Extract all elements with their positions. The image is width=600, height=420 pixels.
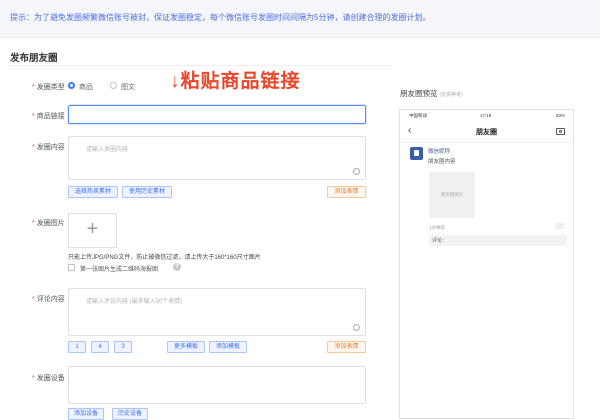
image-upload-hint: 只能上传JPG/PNG文件，防止被微信过滤，请上传大于160*160尺寸图片 — [68, 255, 261, 261]
comment-chip-3[interactable]: 3 — [114, 341, 132, 353]
preview-comment-box: 评论： — [429, 235, 567, 246]
emoji-icon[interactable] — [353, 168, 360, 175]
comment-textarea[interactable]: 请输入评论内容 (最多输入50个表情) — [68, 288, 366, 336]
plus-icon: + — [86, 218, 99, 240]
preview-nav-bar: ‹ 朋友圈 — [400, 120, 573, 143]
qr-poster-checkbox[interactable] — [68, 264, 75, 271]
section-title: 发布朋友圈 — [10, 53, 58, 64]
preview-post-time: 1分钟前 — [429, 225, 446, 230]
carrier: 中国移动 — [409, 113, 427, 118]
preview-post-text: 朋友圈内容 — [428, 159, 456, 165]
content-textarea[interactable]: 请输入发圈内容 — [68, 136, 366, 180]
camera-icon — [556, 128, 565, 135]
link-label: * 商品链接 — [32, 113, 65, 120]
avatar — [410, 147, 423, 160]
type-radio-article-label[interactable]: 图文 — [121, 82, 135, 92]
more-icon — [555, 223, 564, 229]
image-upload-box[interactable]: + — [68, 213, 117, 248]
history-device-button[interactable]: 历史设备 — [112, 408, 148, 420]
help-icon[interactable]: ? — [173, 263, 181, 271]
type-radio-product-label[interactable]: 商品 — [79, 82, 93, 92]
status-bar: 中国移动 17:18 83% — [400, 110, 573, 120]
content-label: * 发圈内容 — [32, 144, 65, 151]
history-material-button[interactable]: 使用历史素材 — [122, 186, 172, 198]
image-label: * 发圈图片 — [32, 220, 65, 227]
preview-nickname: 微信昵称 — [428, 149, 451, 155]
notice-text: 提示：为了避免发圈频繁微信账号被封，保证发圈稳定，每个微信账号发圈时间间隔为5分… — [10, 13, 431, 22]
content-add-emoji-button[interactable]: 添加表情 — [327, 186, 366, 198]
comment-chip-1[interactable]: 1 — [68, 341, 86, 353]
battery: 83% — [555, 113, 565, 118]
device-label: * 发圈设备 — [32, 375, 65, 382]
comment-add-emoji-button[interactable]: 添加表情 — [327, 341, 366, 353]
comment-chip-2[interactable]: 4 — [91, 341, 109, 353]
qr-poster-label[interactable]: 第一张图片生成二维码海报图 — [80, 264, 158, 273]
hot-material-button[interactable]: 选择热卖素材 — [68, 186, 118, 198]
comment-label: * 评论内容 — [32, 296, 65, 303]
add-device-button[interactable]: 添加设备 — [68, 408, 104, 420]
comment-placeholder: 请输入评论内容 (最多输入50个表情) — [86, 299, 183, 305]
phone-preview: 中国移动 17:18 83% ‹ 朋友圈 微信昵称 朋友圈内容 朋友圈图片 1分… — [399, 109, 574, 419]
preview-nav-title: 朋友圈 — [476, 129, 497, 136]
notice-bar: 提示：为了避免发圈频繁微信账号被封，保证发圈稳定，每个微信账号发圈时间间隔为5分… — [0, 0, 600, 38]
paste-link-annotation: ↓粘贴商品链接 — [170, 71, 301, 92]
preview-image-placeholder: 朋友圈图片 — [429, 172, 475, 218]
preview-image-placeholder-text: 朋友圈图片 — [440, 192, 464, 197]
type-label: * 发圈类型 — [32, 84, 65, 91]
more-templates-button[interactable]: 更多模板 — [167, 341, 205, 353]
device-box[interactable] — [68, 366, 366, 404]
comment-emoji-icon[interactable] — [353, 324, 360, 331]
add-template-button[interactable]: 添加模板 — [209, 341, 247, 353]
preview-comment-label: 评论： — [432, 238, 448, 244]
content-placeholder: 请输入发圈内容 — [86, 147, 129, 153]
type-radio-product[interactable] — [68, 82, 75, 89]
product-link-input[interactable] — [68, 105, 366, 124]
preview-title: 朋友圈预览 (仅供参考) — [400, 89, 463, 98]
type-radio-article[interactable] — [110, 82, 117, 89]
status-time: 17:18 — [480, 113, 492, 118]
